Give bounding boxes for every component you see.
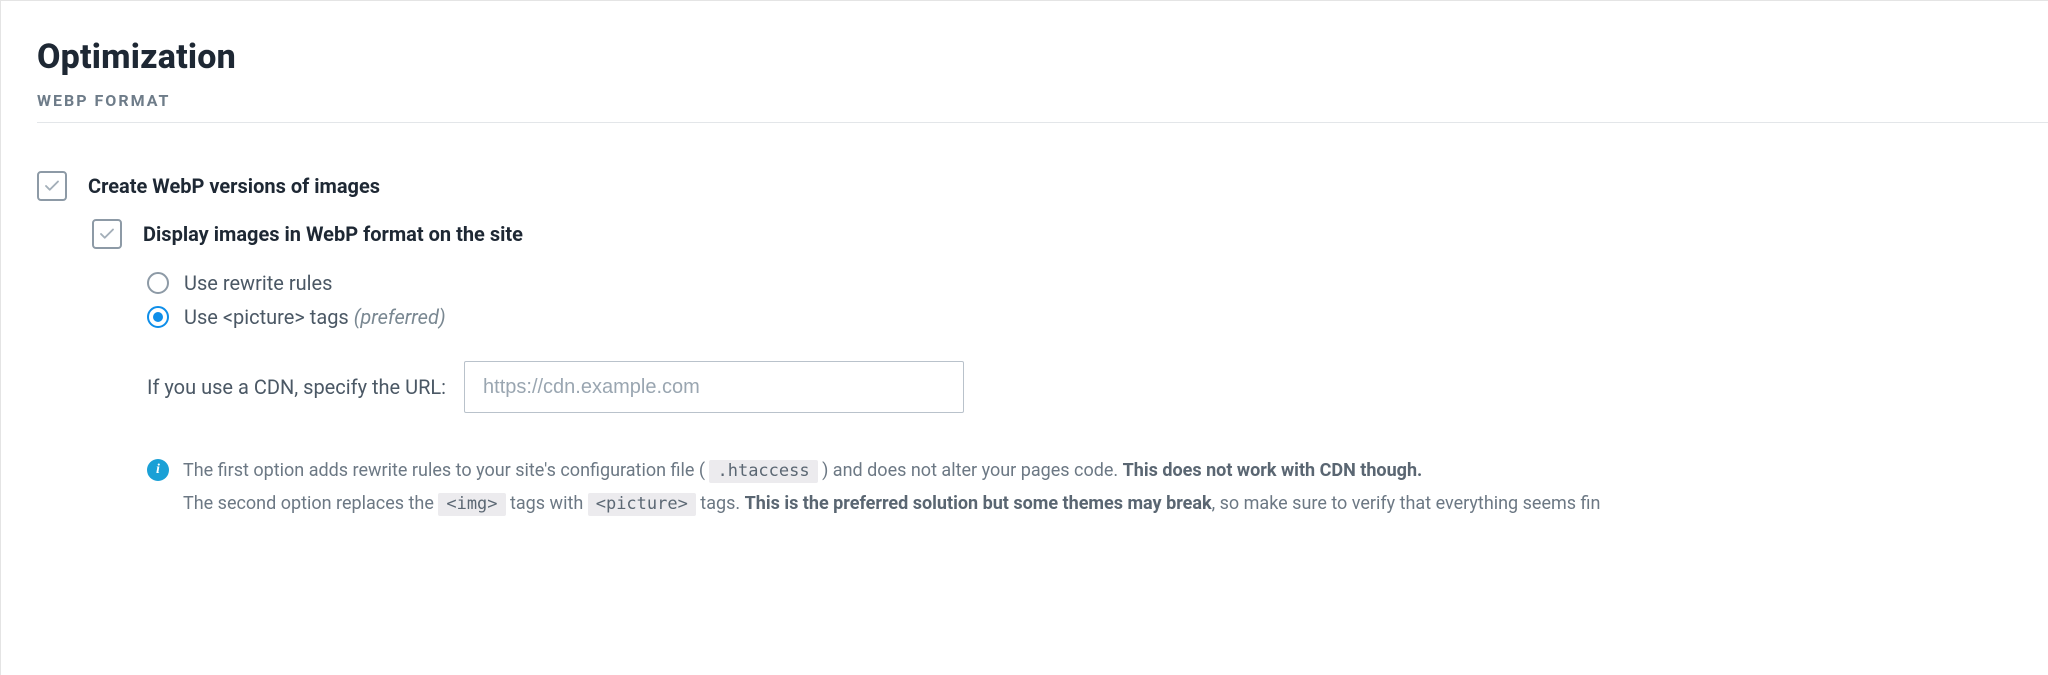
page-title: Optimization: [37, 37, 2048, 77]
input-cdn-url[interactable]: [464, 361, 964, 413]
checkbox-create-webp[interactable]: [37, 171, 67, 201]
info-text: The first option adds rewrite rules to y…: [183, 457, 1600, 519]
label-create-webp: Create WebP versions of images: [88, 171, 380, 201]
code-htaccess: .htaccess: [709, 460, 817, 483]
label-display-webp: Display images in WebP format on the sit…: [143, 219, 523, 249]
label-cdn-url: If you use a CDN, specify the URL:: [147, 375, 446, 399]
check-icon: [98, 225, 116, 243]
radio-use-rewrite[interactable]: [147, 272, 169, 294]
code-img: <img>: [438, 493, 505, 516]
label-use-picture: Use <picture> tags (preferred): [184, 305, 446, 329]
section-header-webp: WEBP FORMAT: [37, 91, 2048, 123]
info-icon: i: [147, 459, 169, 481]
code-picture: <picture>: [588, 493, 696, 516]
radio-use-picture[interactable]: [147, 306, 169, 328]
check-icon: [43, 177, 61, 195]
checkbox-display-webp[interactable]: [92, 219, 122, 249]
label-use-rewrite: Use rewrite rules: [184, 271, 332, 295]
